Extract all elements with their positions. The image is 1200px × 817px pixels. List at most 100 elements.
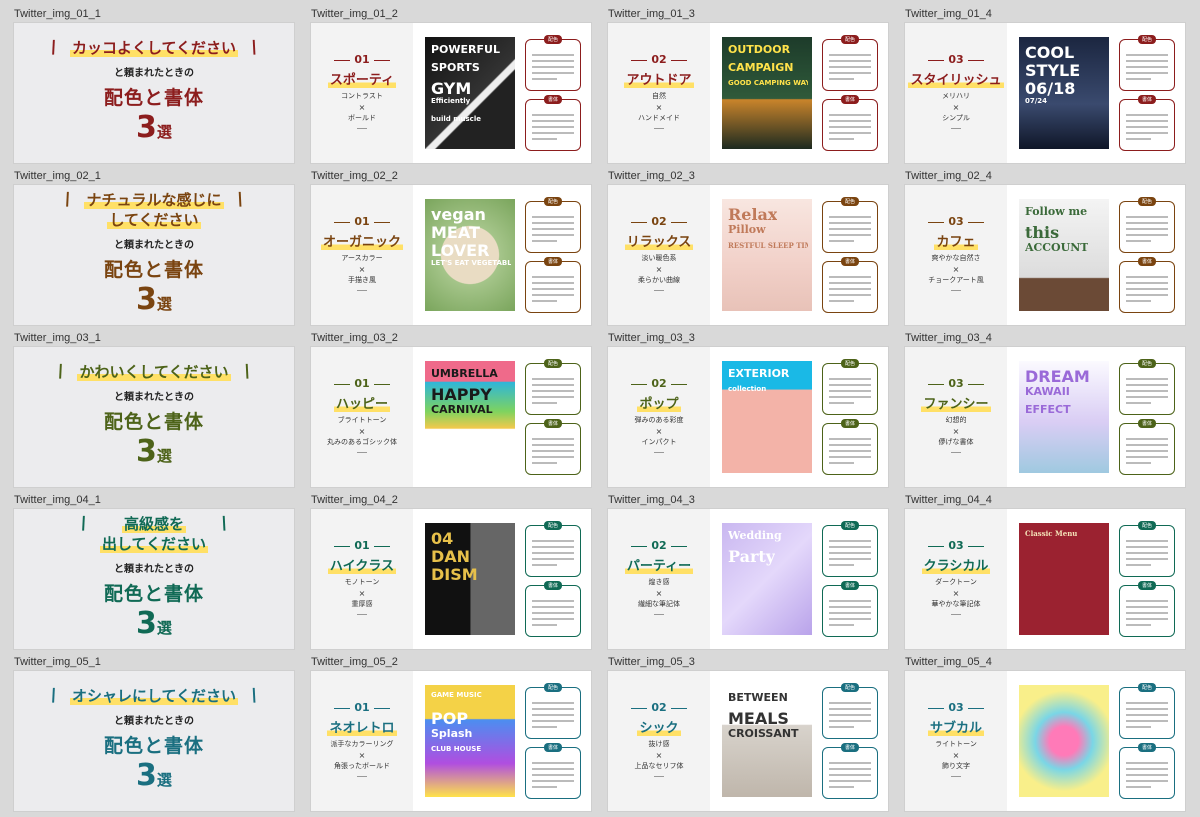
slash-decoration: \: [53, 361, 69, 382]
poster-text: GYM: [431, 79, 472, 98]
style-slide-02[interactable]: 02 リラックス 淡い暖色系 × 柔らかい曲線 Relax Pillow RESTFUL SL…: [608, 185, 888, 325]
title-slide-3[interactable]: \ かわいくしてください / と頼まれたときの 配色と書体 3選: [14, 347, 294, 487]
style-description: ライトトーン × 飾り文字: [905, 739, 1007, 777]
artboard-label[interactable]: Twitter_img_04_1: [14, 494, 101, 506]
style-slide-01[interactable]: 01 ハイクラス モノトーン × 重厚感 04 DAN DISM 配色 書体: [311, 509, 591, 649]
note-tag: 配色: [840, 359, 860, 368]
font-note-box: 書体: [822, 743, 878, 799]
style-slide-03[interactable]: 03 スタイリッシュ メリハリ × シンプル COOL STYLE 06/18 07/24 配色書…: [905, 23, 1185, 163]
artboard-label[interactable]: Twitter_img_02_2: [311, 170, 398, 182]
artboard-label[interactable]: Twitter_img_05_2: [311, 656, 398, 668]
title-slide-2[interactable]: \ ナチュラルな感じに してください / と頼まれたときの 配色と書体 3選: [14, 185, 294, 325]
title-slide-5[interactable]: \ オシャレにしてください / と頼まれたときの 配色と書体 3選: [14, 671, 294, 811]
style-slide-03[interactable]: 03 サブカル ライトトーン × 飾り文字 配色 書体: [905, 671, 1185, 811]
artboard-label[interactable]: Twitter_img_02_3: [608, 170, 695, 182]
poster-text: this: [1025, 223, 1060, 242]
title-count: 3選: [136, 110, 172, 145]
slash-decoration: /: [217, 513, 232, 534]
note-tag: 配色: [1137, 197, 1157, 206]
color-note-box: 配色: [1119, 359, 1175, 415]
title-sub: と頼まれたときの: [114, 564, 194, 575]
style-slide-01[interactable]: 01 ハッピー ブライトトーン × 丸みのあるゴシック体 UMBRELLA HAPPY CAR…: [311, 347, 591, 487]
slide-number: 01: [311, 539, 413, 552]
note-tag: 配色: [1137, 521, 1157, 530]
style-name: ポップ: [637, 397, 681, 412]
note-tag: 書体: [543, 743, 563, 752]
title-big: 配色と書体: [103, 259, 204, 281]
note-tag: 配色: [543, 521, 563, 530]
font-note-box: 書体: [1119, 95, 1175, 151]
artboard-label[interactable]: Twitter_img_05_1: [14, 656, 101, 668]
style-slide-02[interactable]: 02 パーティー 煌き感 × 繊細な筆記体 Wedding Party 配色 書体: [608, 509, 888, 649]
style-description: 煌き感 × 繊細な筆記体: [608, 577, 710, 615]
style-slide-03[interactable]: 03 クラシカル ダークトーン × 華やかな筆記体 Classic Menu 配色 書体: [905, 509, 1185, 649]
title-line: ナチュラルな感じに: [84, 191, 224, 209]
style-name: サブカル: [927, 721, 984, 736]
style-description: 幻想的 × 儚げな書体: [905, 415, 1007, 453]
sample-poster: DREAM KAWAII EFFECT: [1019, 361, 1109, 473]
title-slide-4[interactable]: \ 高級感を 出してください / と頼まれたときの 配色と書体 3選: [14, 509, 294, 649]
artboard-label[interactable]: Twitter_img_03_1: [14, 332, 101, 344]
artboard-label[interactable]: Twitter_img_03_2: [311, 332, 398, 344]
artboard-label[interactable]: Twitter_img_04_3: [608, 494, 695, 506]
slide-number: 03: [905, 701, 1007, 714]
slide-text-panel: 01 スポーティ コントラスト × ボールド: [311, 23, 413, 163]
artboard-label[interactable]: Twitter_img_01_3: [608, 8, 695, 20]
style-slide-02[interactable]: 02 アウトドア 自然 × ハンドメイド OUTDOOR CAMPAIGN GOOD CAMP…: [608, 23, 888, 163]
slide-number: 03: [905, 215, 1007, 228]
artboard-label[interactable]: Twitter_img_01_2: [311, 8, 398, 20]
color-note-box: 配色: [822, 521, 878, 577]
poster-text: CAMPAIGN: [728, 61, 794, 74]
slide-number: 03: [905, 539, 1007, 552]
artboard-label[interactable]: Twitter_img_05_3: [608, 656, 695, 668]
style-description: メリハリ × シンプル: [905, 91, 1007, 129]
note-tag: 配色: [840, 521, 860, 530]
note-tag: 書体: [840, 581, 860, 590]
slash-decoration: /: [239, 361, 255, 382]
style-slide-02[interactable]: 02 ポップ 弾みのある彩度 × インパクト EXTERIOR collection 配色 書体: [608, 347, 888, 487]
style-slide-01[interactable]: 01 スポーティ コントラスト × ボールド POWERFUL SPORTS GYM Effic…: [311, 23, 591, 163]
title-sub: と頼まれたときの: [114, 68, 194, 79]
artboard-label[interactable]: Twitter_img_04_2: [311, 494, 398, 506]
slash-decoration: /: [247, 37, 262, 58]
title-slide-1[interactable]: \ カッコよくしてください / と頼まれたときの 配色と書体 3選: [14, 23, 294, 163]
slide-text-panel: 03 カフェ 爽やかな自然さ × チョークアート風: [905, 185, 1007, 325]
slide-text-panel: 01 ハイクラス モノトーン × 重厚感: [311, 509, 413, 649]
artboard-label[interactable]: Twitter_img_05_4: [905, 656, 992, 668]
poster-text: BETWEEN: [728, 691, 788, 704]
style-description: コントラスト × ボールド: [311, 91, 413, 129]
artboard-label[interactable]: Twitter_img_02_4: [905, 170, 992, 182]
style-name: スタイリッシュ: [908, 73, 1004, 88]
note-tag: 配色: [1137, 359, 1157, 368]
note-tag: 書体: [1137, 581, 1157, 590]
slide-text-panel: 02 パーティー 煌き感 × 繊細な筆記体: [608, 509, 710, 649]
artboard-label[interactable]: Twitter_img_01_4: [905, 8, 992, 20]
style-slide-01[interactable]: 01 ネオレトロ 派手なカラーリング × 角張ったボールド GAME MUSIC POP Sp…: [311, 671, 591, 811]
poster-text: DAN: [431, 547, 471, 566]
artboard-label[interactable]: Twitter_img_04_4: [905, 494, 992, 506]
title-sub: と頼まれたときの: [114, 240, 194, 251]
slide-text-panel: 03 スタイリッシュ メリハリ × シンプル: [905, 23, 1007, 163]
sample-poster: Follow me this ACCOUNT: [1019, 199, 1109, 311]
poster-text: build muscle: [431, 115, 481, 123]
note-tag: 書体: [840, 419, 860, 428]
font-note-box: 書体: [822, 95, 878, 151]
style-name: リラックス: [624, 235, 694, 250]
style-slide-02[interactable]: 02 シック 抜け感 × 上品なセリフ体 BETWEEN MEALS CROISSANT 配色書…: [608, 671, 888, 811]
poster-text: 04: [431, 529, 454, 548]
artboard-label[interactable]: Twitter_img_03_4: [905, 332, 992, 344]
sample-poster: EXTERIOR collection: [722, 361, 812, 473]
title-request: \ 高級感を 出してください /: [76, 513, 232, 554]
slide-text-panel: 02 アウトドア 自然 × ハンドメイド: [608, 23, 710, 163]
title-request: \ ナチュラルな感じに してください /: [61, 189, 247, 230]
note-tag: 書体: [543, 95, 563, 104]
style-description: 抜け感 × 上品なセリフ体: [608, 739, 710, 777]
slide-number: 02: [608, 539, 710, 552]
style-slide-03[interactable]: 03 カフェ 爽やかな自然さ × チョークアート風 Follow me this ACCOUN…: [905, 185, 1185, 325]
artboard-label[interactable]: Twitter_img_01_1: [14, 8, 101, 20]
note-tag: 書体: [543, 257, 563, 266]
artboard-label[interactable]: Twitter_img_03_3: [608, 332, 695, 344]
artboard-label[interactable]: Twitter_img_02_1: [14, 170, 101, 182]
style-slide-01[interactable]: 01 オーガニック アースカラー × 手描き風 vegan MEAT LOVER LET'S E…: [311, 185, 591, 325]
style-slide-03[interactable]: 03 ファンシー 幻想的 × 儚げな書体 DREAM KAWAII EFFECT 配色 書体: [905, 347, 1185, 487]
